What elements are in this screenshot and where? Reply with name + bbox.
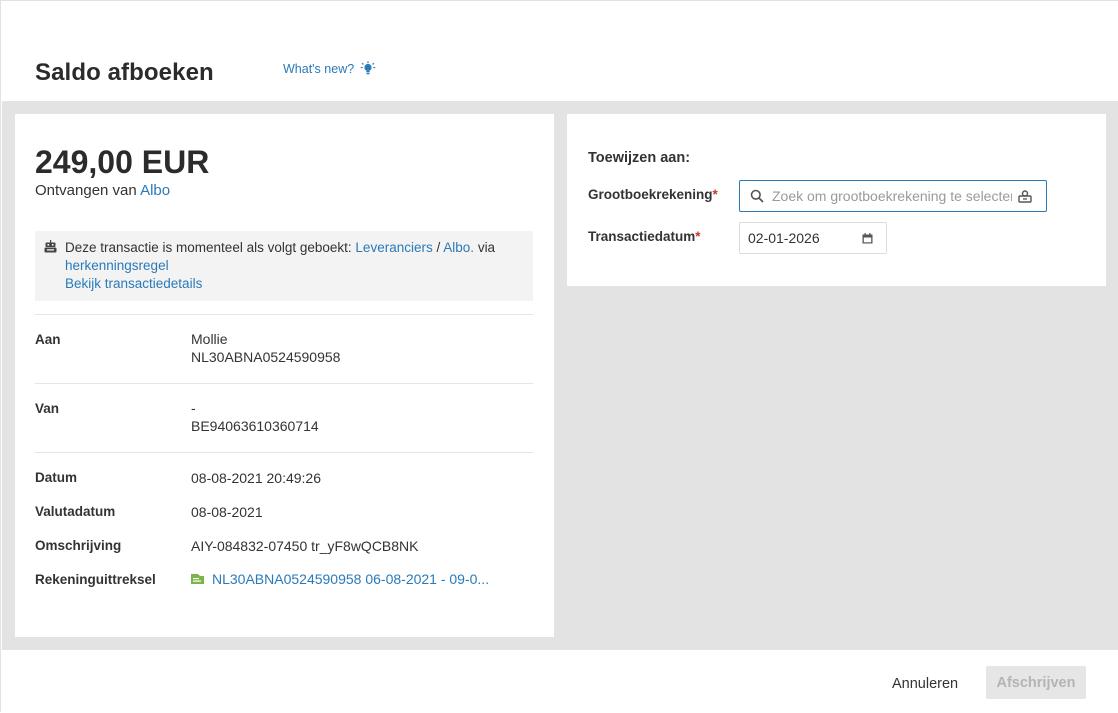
received-prefix: Ontvangen van: [35, 182, 137, 199]
required-marker: *: [695, 229, 701, 244]
whats-new-link[interactable]: What's new?: [283, 61, 376, 77]
transaction-date-value: 02-01-2026: [748, 230, 820, 246]
to-label: Aan: [35, 332, 61, 347]
search-icon: [750, 189, 764, 203]
ledger-label-text: Grootboekrekening: [588, 187, 713, 202]
transaction-date-field[interactable]: 02-01-2026: [739, 222, 887, 254]
value-date-value: 08-08-2021: [191, 504, 263, 520]
description-value: AIY-084832-07450 tr_yF8wQCB8NK: [191, 538, 419, 554]
lightbulb-icon: [360, 61, 376, 75]
ledger-search-field[interactable]: [739, 180, 1047, 212]
dialog-footer: Annuleren Afschrijven: [1, 650, 1118, 713]
dialog-body: 249,00 EUR Ontvangen van Albo Deze trans…: [2, 101, 1118, 650]
contact-link[interactable]: Albo.: [443, 240, 474, 255]
divider: [35, 383, 533, 384]
date-label: Datum: [35, 470, 78, 485]
ledger-search-input[interactable]: [772, 188, 1012, 204]
from-name: -: [191, 400, 196, 416]
write-off-button[interactable]: Afschrijven: [986, 666, 1086, 699]
assign-card: Toewijzen aan: Grootboekrekening* Transa…: [567, 114, 1106, 286]
from-iban: BE94063610360714: [191, 418, 319, 434]
category-link[interactable]: Leveranciers: [355, 240, 432, 255]
received-from-link[interactable]: Albo: [140, 182, 170, 199]
value-date-label: Valutadatum: [35, 504, 116, 519]
recognition-rule-link[interactable]: herkenningsregel: [65, 258, 169, 273]
transaction-date-label-text: Transactiedatum: [588, 229, 696, 244]
required-marker: *: [712, 187, 718, 202]
to-iban: NL30ABNA0524590958: [191, 349, 341, 365]
cancel-button[interactable]: Annuleren: [879, 669, 971, 699]
notice-separator: /: [436, 240, 441, 255]
ledger-book-icon: [1018, 189, 1032, 203]
dialog-header: Saldo afboeken What's new?: [1, 1, 1118, 101]
page-title: Saldo afboeken: [35, 59, 214, 86]
transaction-date-label: Transactiedatum*: [588, 229, 701, 244]
whats-new-label: What's new?: [283, 62, 355, 76]
description-label: Omschrijving: [35, 538, 122, 553]
ledger-label: Grootboekrekening*: [588, 187, 718, 202]
notice-via: via: [477, 240, 496, 255]
from-value: - BE94063610360714: [191, 399, 319, 435]
calendar-icon[interactable]: [862, 232, 873, 244]
assign-title: Toewijzen aan:: [588, 150, 691, 166]
bank-statement-icon: [191, 574, 204, 584]
transaction-card: 249,00 EUR Ontvangen van Albo Deze trans…: [15, 114, 554, 637]
notice-text: Deze transactie is momenteel als volgt g…: [65, 240, 352, 255]
received-from: Ontvangen van Albo: [35, 182, 170, 199]
date-value: 08-08-2021 20:49:26: [191, 470, 321, 486]
divider: [35, 452, 533, 453]
transaction-amount: 249,00 EUR: [35, 144, 210, 180]
to-name: Mollie: [191, 331, 228, 347]
transaction-details-link[interactable]: Bekijk transactiedetails: [65, 276, 202, 291]
statement-link[interactable]: NL30ABNA0524590958 06-08-2021 - 09-0...: [191, 571, 489, 587]
statement-label: Rekeninguittreksel: [35, 572, 156, 587]
from-label: Van: [35, 401, 60, 416]
booking-notice: Deze transactie is momenteel als volgt g…: [35, 231, 533, 301]
notice-line-1: Deze transactie is momenteel als volgt g…: [65, 239, 523, 257]
statement-value: NL30ABNA0524590958 06-08-2021 - 09-0...: [212, 571, 490, 587]
divider: [35, 314, 533, 315]
robot-icon: [44, 240, 57, 253]
to-value: Mollie NL30ABNA0524590958: [191, 330, 340, 366]
write-off-dialog: Saldo afboeken What's new? 249,00 EUR On…: [0, 0, 1118, 713]
